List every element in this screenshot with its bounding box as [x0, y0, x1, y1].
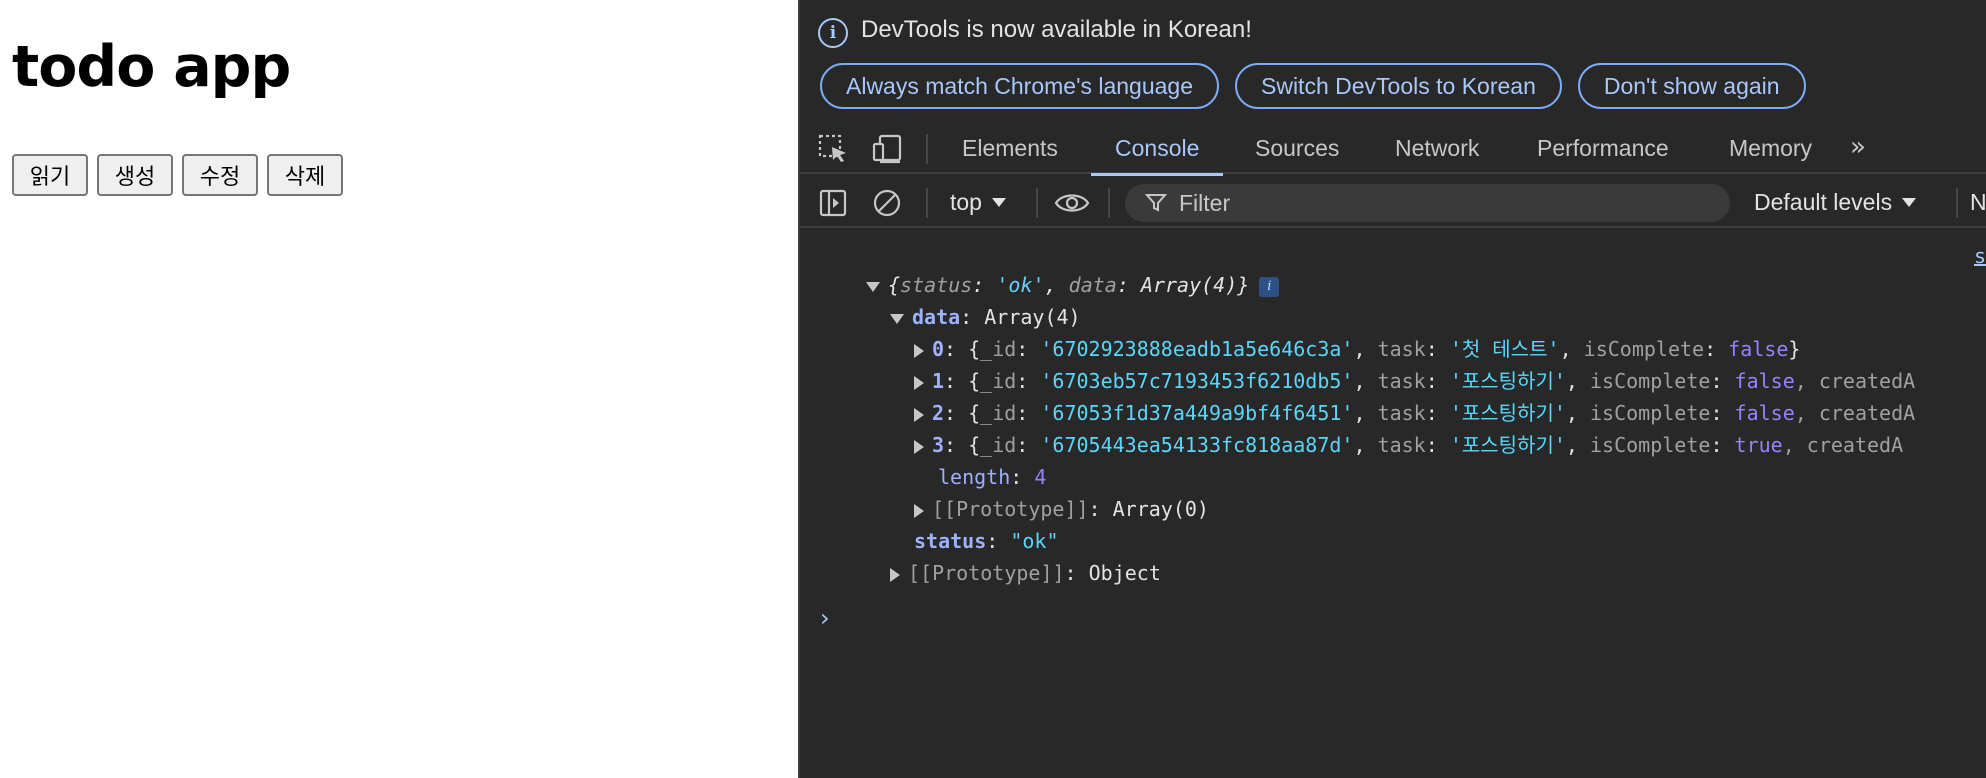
- array-row[interactable]: 0: {_id: '6702923888eadb1a5e646c3a', tas…: [914, 334, 1800, 364]
- clipped-toolbar-item[interactable]: N: [1970, 176, 1986, 228]
- tab-console[interactable]: Console: [1090, 122, 1224, 176]
- live-expression-eye-icon[interactable]: [1054, 188, 1090, 218]
- always-match-language-button[interactable]: Always match Chrome's language: [820, 63, 1219, 109]
- collapse-triangle-icon[interactable]: [914, 375, 924, 390]
- console-filter: [1125, 184, 1730, 222]
- status-property: status: "ok": [914, 529, 1059, 553]
- more-tabs-chevron-icon[interactable]: »: [1850, 132, 1866, 162]
- collapse-triangle-icon[interactable]: [914, 439, 924, 454]
- array-row[interactable]: 2: {_id: '67053f1d37a449a9bf4f6451', tas…: [914, 398, 1915, 428]
- switch-to-korean-button[interactable]: Switch DevTools to Korean: [1235, 63, 1562, 109]
- infobar-message: DevTools is now available in Korean!: [861, 16, 1252, 43]
- devtools-panel: i DevTools is now available in Korean! A…: [798, 0, 1986, 778]
- delete-button[interactable]: 삭제: [267, 154, 343, 196]
- context-selector-label: top: [950, 188, 982, 215]
- collapse-triangle-icon[interactable]: [890, 567, 900, 582]
- array-row[interactable]: 3: {_id: '6705443ea54133fc818aa87d', tas…: [914, 430, 1903, 460]
- toolbar-divider: [926, 134, 928, 164]
- tab-sources[interactable]: Sources: [1255, 122, 1339, 174]
- caret-down-icon: [991, 197, 1006, 207]
- toolbar-divider: [926, 188, 928, 218]
- array-prototype-property[interactable]: [[Prototype]]: Array(0): [914, 494, 1209, 524]
- filter-funnel-icon: [1145, 194, 1167, 212]
- object-prototype-property[interactable]: [[Prototype]]: Object: [890, 558, 1161, 588]
- context-selector[interactable]: top: [950, 176, 1006, 228]
- read-button[interactable]: 읽기: [12, 154, 88, 196]
- tab-elements[interactable]: Elements: [962, 122, 1058, 174]
- log-levels-label: Default levels: [1754, 188, 1893, 215]
- log-object-summary[interactable]: {status: 'ok', data: Array(4)} i: [866, 270, 1280, 300]
- create-button[interactable]: 생성: [97, 154, 173, 196]
- device-toolbar-icon[interactable]: [872, 134, 904, 164]
- info-badge-icon[interactable]: i: [1259, 276, 1280, 297]
- filter-input[interactable]: [1179, 184, 1699, 222]
- array-row[interactable]: 1: {_id: '6703eb57c7193453f6210db5', tas…: [914, 366, 1915, 396]
- collapse-triangle-icon[interactable]: [914, 343, 924, 358]
- inspect-element-icon[interactable]: [818, 134, 850, 164]
- page-area: todo app 읽기 생성 수정 삭제: [0, 0, 798, 778]
- expand-triangle-icon[interactable]: [890, 313, 904, 324]
- log-levels-dropdown[interactable]: Default levels: [1754, 176, 1917, 228]
- infobar-actions: Always match Chrome's language Switch De…: [820, 63, 1806, 109]
- page-title: todo app: [12, 34, 291, 100]
- caret-down-icon: [1902, 197, 1917, 207]
- collapse-triangle-icon[interactable]: [914, 407, 924, 422]
- toolbar-divider: [1036, 188, 1038, 218]
- tab-memory[interactable]: Memory: [1729, 122, 1812, 174]
- console-output: s {status: 'ok', data: Array(4)} i data: …: [800, 230, 1986, 778]
- crud-button-row: 읽기 생성 수정 삭제: [12, 154, 343, 196]
- collapse-triangle-icon[interactable]: [914, 503, 924, 518]
- tab-network[interactable]: Network: [1395, 122, 1479, 174]
- dont-show-again-button[interactable]: Don't show again: [1577, 63, 1806, 109]
- data-property[interactable]: data: Array(4): [890, 302, 1081, 332]
- sidebar-toggle-icon[interactable]: [818, 188, 850, 218]
- update-button[interactable]: 수정: [182, 154, 258, 196]
- clear-console-icon[interactable]: [872, 188, 904, 218]
- length-property: length: 4: [938, 465, 1047, 489]
- console-prompt-icon[interactable]: ›: [820, 604, 830, 632]
- tab-performance[interactable]: Performance: [1537, 122, 1669, 174]
- toolbar-divider: [1108, 188, 1110, 218]
- toolbar-divider: [1956, 188, 1958, 218]
- console-toolbar: top Default levels N: [800, 176, 1986, 228]
- source-link[interactable]: s: [1974, 244, 1986, 268]
- language-infobar: i DevTools is now available in Korean! A…: [800, 0, 1986, 122]
- expand-triangle-icon[interactable]: [866, 281, 880, 292]
- devtools-tabbar: Elements Console Sources Network Perform…: [800, 122, 1986, 176]
- info-icon: i: [818, 18, 848, 48]
